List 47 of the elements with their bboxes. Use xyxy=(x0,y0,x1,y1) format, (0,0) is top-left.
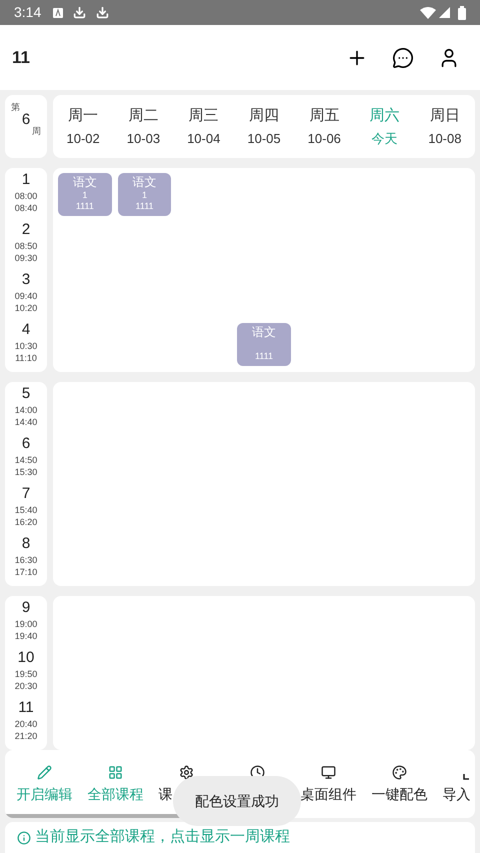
course-name: 语文 xyxy=(132,176,157,188)
period-number: 1 xyxy=(22,172,30,187)
start-time: 15:40 xyxy=(14,504,38,516)
end-time: 09:30 xyxy=(14,252,38,264)
start-time: 09:40 xyxy=(14,290,38,302)
period-number: 2 xyxy=(22,222,30,237)
end-time: 17:10 xyxy=(14,566,38,578)
period-number: 11 xyxy=(18,700,34,715)
header-title: 11 xyxy=(12,46,30,69)
end-time: 16:20 xyxy=(14,516,38,528)
week-number: 6 xyxy=(20,112,32,127)
course-room: 1 xyxy=(142,191,148,200)
start-time: 16:30 xyxy=(14,554,38,566)
period-number: 7 xyxy=(22,486,30,501)
status-time: 3:14 xyxy=(14,3,42,22)
end-time: 08:40 xyxy=(14,202,38,214)
start-time: 08:00 xyxy=(14,190,38,202)
period-number: 8 xyxy=(22,536,30,551)
period-number: 3 xyxy=(22,272,30,287)
start-time: 14:50 xyxy=(14,454,38,466)
period-number: 9 xyxy=(22,600,30,615)
end-time: 19:40 xyxy=(14,630,38,642)
start-time: 19:50 xyxy=(14,668,38,680)
start-time: 14:00 xyxy=(14,404,38,416)
course-room: 1 xyxy=(82,191,88,200)
period-number: 6 xyxy=(22,436,30,451)
start-time: 08:50 xyxy=(14,240,38,252)
end-time: 21:20 xyxy=(14,730,38,742)
period-number: 10 xyxy=(18,650,34,665)
week-prefix: 第 xyxy=(11,103,21,112)
course-teacher: 1111 xyxy=(254,352,273,361)
toast: 配色设置成功 xyxy=(173,776,301,826)
end-time: 20:30 xyxy=(14,680,38,692)
period-number: 5 xyxy=(22,386,30,401)
end-time: 14:40 xyxy=(14,416,38,428)
week-suffix: 周 xyxy=(32,127,41,136)
start-time: 19:00 xyxy=(14,618,38,630)
course-teacher: 1111 xyxy=(76,202,94,211)
start-time: 20:40 xyxy=(14,718,38,730)
period-number: 4 xyxy=(22,322,30,337)
end-time: 10:20 xyxy=(14,302,38,314)
course-name: 语文 xyxy=(72,176,97,188)
end-time: 15:30 xyxy=(14,466,38,478)
course-teacher: 1111 xyxy=(136,202,154,211)
course-name: 语文 xyxy=(252,326,276,338)
start-time: 10:30 xyxy=(14,340,38,352)
end-time: 11:10 xyxy=(15,352,37,364)
